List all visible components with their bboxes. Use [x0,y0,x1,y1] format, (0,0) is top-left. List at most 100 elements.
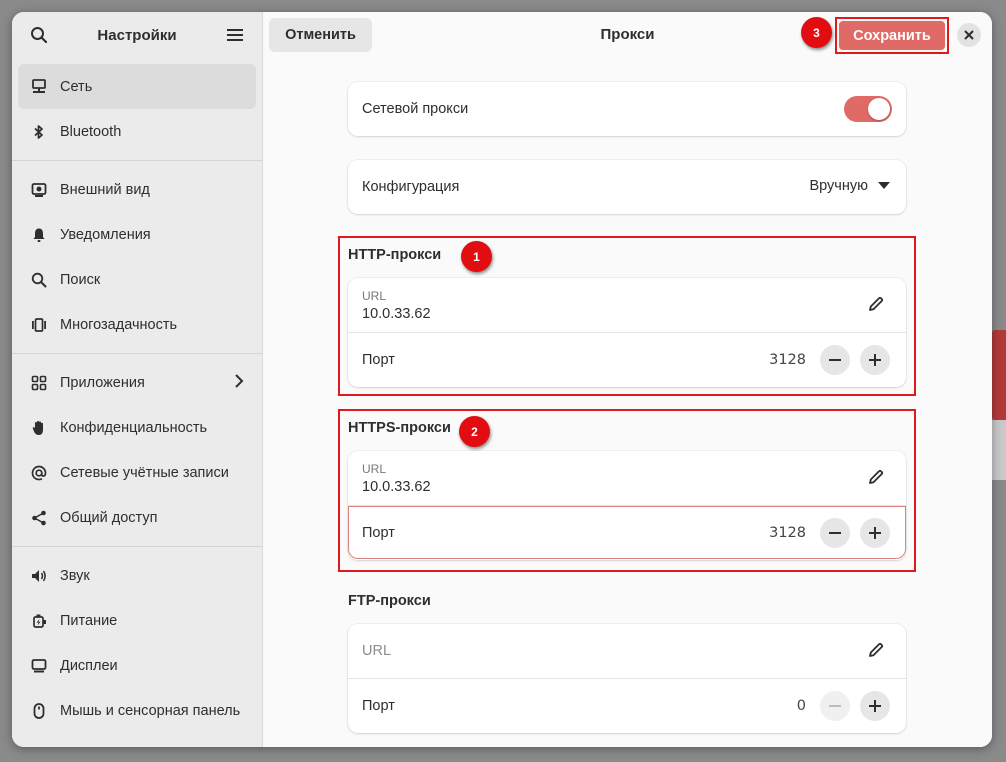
sidebar-item-notifications[interactable]: Уведомления [18,212,256,257]
pencil-icon[interactable] [868,469,884,489]
configuration-dropdown[interactable]: Вручную [809,178,890,194]
sidebar-item-sound[interactable]: Звук [18,553,256,598]
sidebar-item-privacy[interactable]: Конфиденциальность [18,405,256,450]
configuration-card: Конфигурация Вручную [348,160,906,214]
header-bar: Отменить Прокси Сохранить 3 [263,12,992,58]
sidebar-item-label: Мышь и сенсорная панель [60,702,241,719]
https-url-row[interactable]: URL 10.0.33.62 [348,451,906,505]
search-button[interactable] [26,22,52,48]
http-proxy-title: HTTP-прокси [348,247,442,263]
proxy-panel: Отменить Прокси Сохранить 3 Сетевой прок… [263,12,992,747]
ftp-url-row[interactable]: URL [348,624,906,678]
https-url-value: 10.0.33.62 [362,478,431,495]
http-url-value: 10.0.33.62 [362,305,431,322]
ftp-port-row: Порт 0 [348,678,906,732]
sidebar-item-label: Многозадачность [60,316,178,333]
sidebar-item-mouse[interactable]: Мышь и сенсорная панель [18,688,256,733]
cancel-button[interactable]: Отменить [269,18,372,52]
annotation-badge-2: 2 [459,416,490,447]
ftp-proxy-card: URL Порт 0 [348,624,906,733]
close-button[interactable] [957,23,981,47]
network-icon [30,78,48,96]
sidebar-item-bluetooth[interactable]: Bluetooth [18,109,256,154]
http-port-label: Порт [362,351,395,368]
settings-window: Настройки Сеть Bluetooth Внешний вид Уве… [12,12,992,747]
ftp-proxy-title: FTP-прокси [348,593,431,609]
https-port-input[interactable]: 3128 [769,525,806,541]
hamburger-menu-icon [226,29,243,41]
sidebar-title: Настройки [97,26,177,44]
sidebar-item-online-accounts[interactable]: Сетевые учётные записи [18,450,256,495]
http-port-input[interactable]: 3128 [769,352,806,368]
ftp-port-label: Порт [362,697,395,714]
sidebar-divider [12,546,262,547]
background-decoration-2 [992,420,1006,480]
sidebar-item-label: Сеть [60,78,93,95]
pencil-icon[interactable] [868,642,884,662]
apps-grid-icon [30,374,48,392]
sidebar: Настройки Сеть Bluetooth Внешний вид Уве… [12,12,263,747]
configuration-label: Конфигурация [362,179,460,195]
sidebar-item-label: Внешний вид [60,181,150,198]
annotation-badge-3: 3 [801,17,832,48]
sidebar-item-label: Дисплеи [60,657,118,674]
http-url-row[interactable]: URL 10.0.33.62 [348,278,906,332]
ftp-url-placeholder: URL [362,643,392,659]
sidebar-item-displays[interactable]: Дисплеи [18,643,256,688]
configuration-row[interactable]: Конфигурация Вручную [348,160,906,214]
minus-icon [829,359,841,361]
sidebar-item-network[interactable]: Сеть [18,64,256,109]
hand-icon [30,419,48,437]
http-port-decrement-button[interactable] [820,345,850,375]
close-icon [964,30,974,40]
network-proxy-label: Сетевой прокси [362,101,469,117]
ftp-port-decrement-button[interactable] [820,691,850,721]
ftp-port-increment-button[interactable] [860,691,890,721]
sidebar-item-sharing[interactable]: Общий доступ [18,495,256,540]
http-port-row: Порт 3128 [348,332,906,386]
sidebar-item-power[interactable]: Питание [18,598,256,643]
mouse-icon [30,702,48,720]
https-port-decrement-button[interactable] [820,518,850,548]
https-proxy-card: URL 10.0.33.62 Порт 3128 [348,451,906,560]
plus-icon [869,700,881,712]
speaker-icon [30,567,48,585]
network-proxy-row: Сетевой прокси [348,82,906,136]
http-url-label: URL [362,288,387,303]
save-button-highlight: Сохранить [835,17,949,54]
plus-icon [869,527,881,539]
sidebar-item-label: Конфиденциальность [60,419,208,436]
network-proxy-switch[interactable] [844,96,892,122]
sidebar-divider [12,160,262,161]
sidebar-item-apps[interactable]: Приложения [18,360,256,405]
https-port-row: Порт 3128 [348,505,906,559]
share-icon [30,509,48,527]
multitasking-icon [30,316,48,334]
sidebar-item-appearance[interactable]: Внешний вид [18,167,256,212]
http-proxy-card: URL 10.0.33.62 Порт 3128 [348,278,906,387]
sidebar-list: Сеть Bluetooth Внешний вид Уведомления П… [12,58,262,733]
bell-icon [30,226,48,244]
bluetooth-icon [30,123,48,141]
sidebar-item-label: Bluetooth [60,123,122,140]
save-button[interactable]: Сохранить [839,21,945,50]
sidebar-item-multitasking[interactable]: Многозадачность [18,302,256,347]
https-url-label: URL [362,461,387,476]
menu-button[interactable] [222,22,248,48]
chevron-right-icon [234,373,244,393]
http-port-increment-button[interactable] [860,345,890,375]
sidebar-item-search[interactable]: Поиск [18,257,256,302]
sidebar-item-label: Сетевые учётные записи [60,464,229,481]
network-proxy-card: Сетевой прокси [348,82,906,136]
https-port-label: Порт [362,524,395,541]
power-plug-icon [30,612,48,630]
background-decoration [992,330,1006,420]
pencil-icon[interactable] [868,296,884,316]
plus-icon [869,354,881,366]
https-port-increment-button[interactable] [860,518,890,548]
sidebar-item-label: Звук [60,567,90,584]
switch-knob [868,98,890,120]
https-proxy-title: HTTPS-прокси [348,420,451,436]
display-icon [30,657,48,675]
ftp-port-input[interactable]: 0 [797,698,806,714]
